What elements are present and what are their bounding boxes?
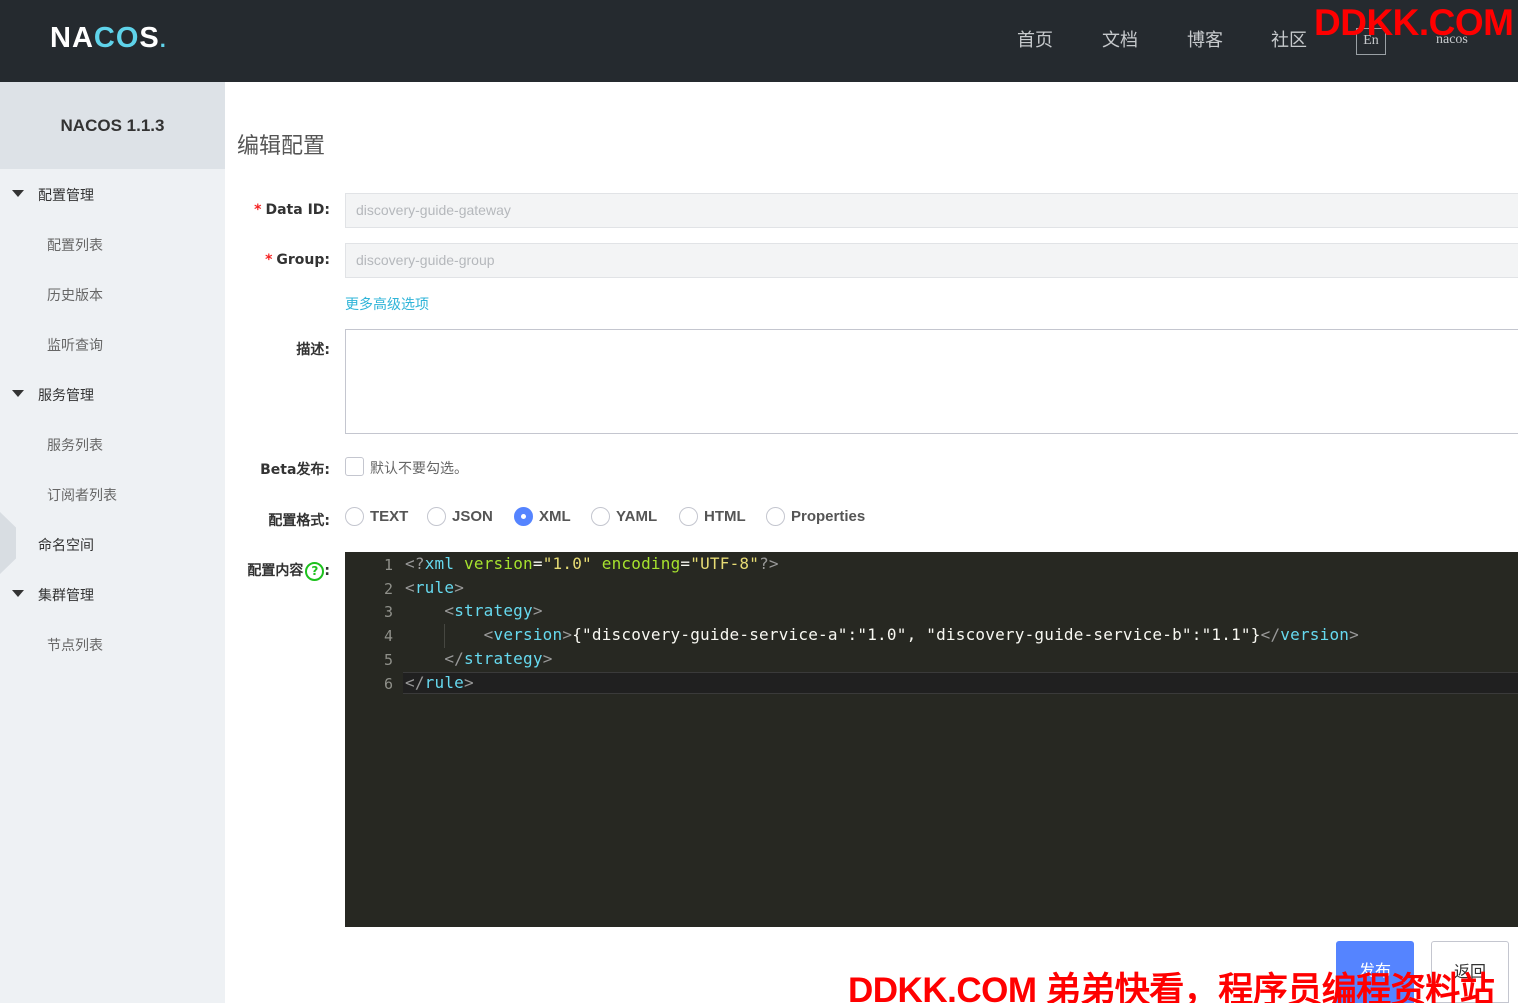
advanced-options-link[interactable]: 更多高级选项 [345, 294, 429, 314]
sidebar-item-config-list[interactable]: 配置列表 [47, 235, 103, 255]
line-number: 3 [383, 603, 393, 621]
code-line[interactable]: <strategy> [405, 601, 543, 620]
app-root: NACOS. 首页 文档 博客 社区 En nacos DDKK.COM NAC… [0, 0, 1518, 1003]
sidebar: NACOS 1.1.3 配置管理 配置列表 历史版本 监听查询 服务管理 服务列… [0, 82, 225, 1003]
line-number: 2 [383, 580, 393, 598]
line-number: 1 [383, 556, 393, 574]
radio-yaml[interactable] [591, 507, 610, 526]
code-line[interactable]: </strategy> [405, 649, 553, 668]
radio-text[interactable] [345, 507, 364, 526]
nav-blog[interactable]: 博客 [1187, 26, 1223, 52]
help-icon[interactable]: ? [305, 561, 325, 581]
radio-yaml-label[interactable]: YAML [616, 508, 657, 525]
sidebar-item-listener[interactable]: 监听查询 [47, 335, 103, 355]
sidebar-item-service-list[interactable]: 服务列表 [47, 435, 103, 455]
sidebar-group-config[interactable]: 配置管理 [38, 185, 94, 205]
nacos-logo[interactable]: NACOS. [50, 22, 167, 54]
sidebar-collapse-handle[interactable] [0, 512, 16, 574]
nav-docs[interactable]: 文档 [1102, 26, 1138, 52]
group-input[interactable]: discovery-guide-group [345, 243, 1518, 278]
radio-json[interactable] [427, 507, 446, 526]
sidebar-item-namespace[interactable]: 命名空间 [38, 535, 94, 555]
radio-xml[interactable] [514, 507, 533, 526]
radio-json-label[interactable]: JSON [452, 508, 493, 525]
page-title: 编辑配置 [237, 134, 326, 159]
group-label: * Group: [265, 252, 330, 268]
radio-text-label[interactable]: TEXT [370, 508, 408, 525]
code-line[interactable]: <rule> [405, 578, 464, 597]
sidebar-item-subscriber-list[interactable]: 订阅者列表 [47, 485, 117, 505]
editor-gutter: 1 2 3 4 5 6 [345, 552, 403, 927]
description-textarea[interactable] [345, 329, 1518, 434]
code-editor[interactable]: 1 2 3 4 5 6 <?xml version="1.0" encoding… [345, 552, 1518, 927]
radio-properties[interactable] [766, 507, 785, 526]
radio-properties-label[interactable]: Properties [791, 508, 865, 525]
nav-community[interactable]: 社区 [1271, 26, 1307, 52]
data-id-label: * Data ID: [254, 202, 330, 218]
line-number: 5 [383, 651, 393, 669]
line-number: 6 [383, 675, 393, 693]
sidebar-group-cluster[interactable]: 集群管理 [38, 585, 94, 605]
sidebar-item-history[interactable]: 历史版本 [47, 285, 103, 305]
watermark-bottom: DDKK.COM 弟弟快看，程序员编程资料站 [848, 971, 1495, 1003]
code-line[interactable]: <version>{"discovery-guide-service-a":"1… [405, 625, 1359, 644]
code-line[interactable]: </rule> [405, 673, 474, 692]
content-label: 配置内容?: [247, 561, 330, 581]
active-line-highlight [403, 672, 1518, 694]
beta-label: Beta发布: [260, 462, 330, 478]
sidebar-group-service[interactable]: 服务管理 [38, 385, 94, 405]
line-number: 4 [383, 627, 393, 645]
radio-xml-label[interactable]: XML [539, 508, 571, 525]
beta-checkbox[interactable] [345, 457, 364, 476]
nav-home[interactable]: 首页 [1017, 26, 1053, 52]
beta-checkbox-text[interactable]: 默认不要勾选。 [370, 458, 468, 478]
format-label: 配置格式: [268, 513, 330, 529]
code-line[interactable]: <?xml version="1.0" encoding="UTF-8"?> [405, 554, 779, 573]
caret-down-icon[interactable] [12, 390, 24, 397]
radio-html-label[interactable]: HTML [704, 508, 746, 525]
sidebar-title: NACOS 1.1.3 [0, 82, 225, 169]
radio-html[interactable] [679, 507, 698, 526]
caret-down-icon[interactable] [12, 190, 24, 197]
data-id-input[interactable]: discovery-guide-gateway [345, 193, 1518, 228]
watermark-top: DDKK.COM [1314, 2, 1514, 43]
description-label: 描述: [296, 342, 330, 358]
caret-down-icon[interactable] [12, 590, 24, 597]
top-header: NACOS. 首页 文档 博客 社区 En nacos DDKK.COM [0, 0, 1518, 82]
sidebar-item-node-list[interactable]: 节点列表 [47, 635, 103, 655]
